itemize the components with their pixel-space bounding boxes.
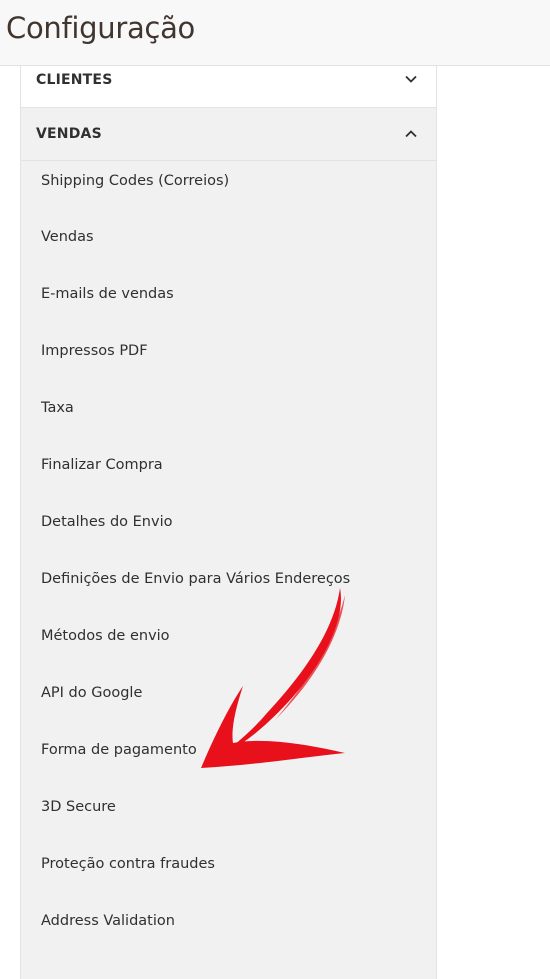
nav-item-forma-pagamento[interactable]: Forma de pagamento xyxy=(21,731,436,788)
page-title: Configuração xyxy=(6,11,195,45)
chevron-up-icon xyxy=(404,127,418,141)
nav-item-emails-vendas[interactable]: E-mails de vendas xyxy=(21,275,436,332)
nav-item-metodos-envio[interactable]: Métodos de envio xyxy=(21,617,436,674)
nav-item-address-validation[interactable]: Address Validation xyxy=(21,902,436,959)
section-clientes[interactable]: CLIENTES xyxy=(20,66,437,108)
nav-item-shipping-codes[interactable]: Shipping Codes (Correios) xyxy=(21,161,436,218)
nav-item-envio-varios-enderecos[interactable]: Definições de Envio para Vários Endereço… xyxy=(21,560,436,617)
nav-item-3d-secure[interactable]: 3D Secure xyxy=(21,788,436,845)
nav-item-taxa[interactable]: Taxa xyxy=(21,389,436,446)
vendas-submenu: Shipping Codes (Correios) Vendas E-mails… xyxy=(20,161,437,979)
section-vendas[interactable]: VENDAS xyxy=(20,108,437,161)
nav-item-protecao-fraudes[interactable]: Proteção contra fraudes xyxy=(21,845,436,902)
nav-item-impressos-pdf[interactable]: Impressos PDF xyxy=(21,332,436,389)
section-vendas-title: VENDAS xyxy=(36,126,102,142)
nav-item-vendas[interactable]: Vendas xyxy=(21,218,436,275)
nav-item-finalizar-compra[interactable]: Finalizar Compra xyxy=(21,446,436,503)
section-clientes-title: CLIENTES xyxy=(36,72,113,88)
nav-item-detalhes-envio[interactable]: Detalhes do Envio xyxy=(21,503,436,560)
chevron-down-icon xyxy=(404,72,418,86)
config-sidebar-nav: CLIENTES VENDAS Shipping Codes (Correios… xyxy=(20,66,437,979)
page-header: Configuração xyxy=(0,0,550,66)
nav-item-api-google[interactable]: API do Google xyxy=(21,674,436,731)
